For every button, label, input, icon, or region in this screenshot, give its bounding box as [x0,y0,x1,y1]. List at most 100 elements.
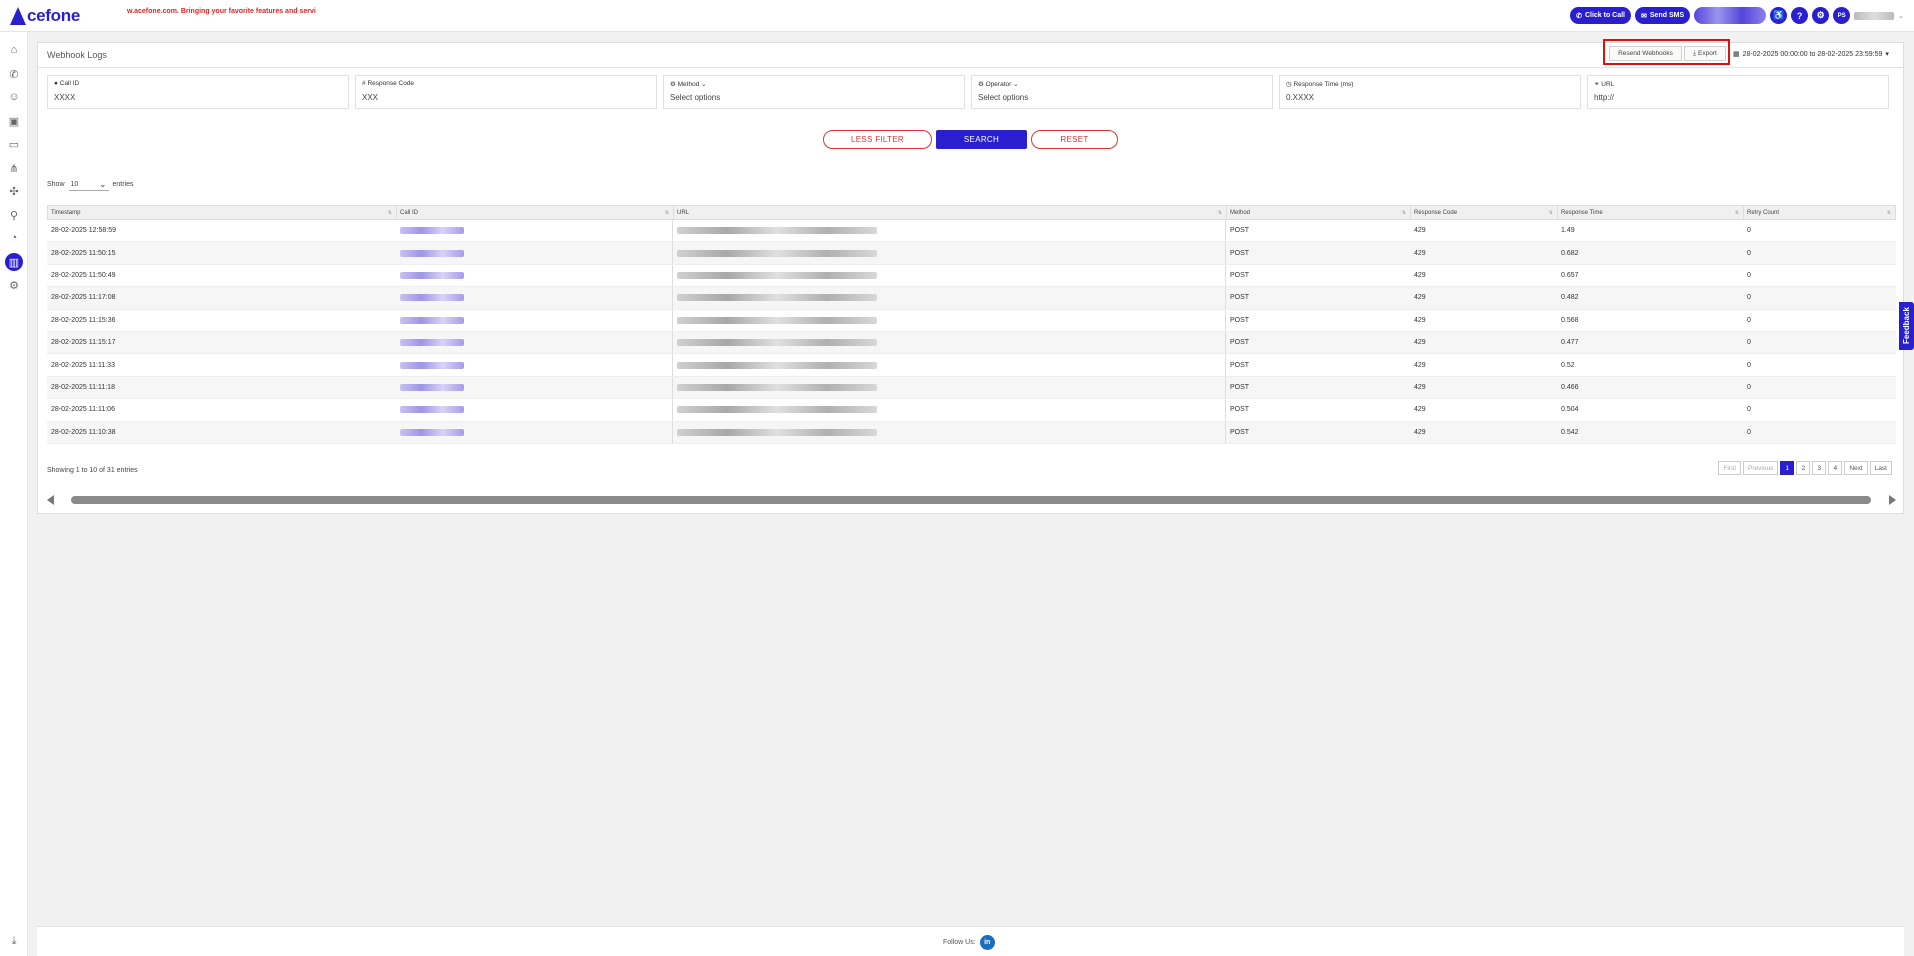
wallet-icon[interactable]: ▣ [7,114,21,128]
page-button-3[interactable]: 3 [1812,461,1827,475]
response-time-input[interactable]: 0.XXXX [1286,93,1314,102]
export-button[interactable]: ⤓ Export [1684,46,1726,61]
avatar[interactable]: PS [1833,7,1851,24]
cell-url [673,287,1226,309]
network-icon[interactable]: ⋔ [7,161,21,175]
cell-response-time: 0.542 [1561,428,1579,436]
logo-a-icon [10,7,26,25]
table-row[interactable]: 28-02-2025 11:50:15 POST 429 0.682 0 [47,242,1896,265]
table-row[interactable]: 28-02-2025 11:50:49 POST 429 0.657 0 [47,264,1896,288]
search-button[interactable]: SEARCH [936,130,1027,149]
next-page-button[interactable]: Next [1844,461,1868,475]
cell-call-id [396,376,673,399]
page-button-4[interactable]: 4 [1828,461,1843,475]
cell-call-id-redacted [400,294,464,302]
horizontal-scrollbar[interactable] [47,494,1896,506]
less-filter-button[interactable]: LESS FILTER [823,130,932,149]
filter-response-code[interactable]: # Response Code XXX [355,75,657,109]
help-icon[interactable]: ? [1791,7,1809,24]
resend-webhooks-button[interactable]: Resend Webhooks [1609,46,1682,61]
scroll-right-icon[interactable] [1889,495,1896,505]
url-input[interactable]: http:// [1594,93,1614,102]
chevron-down-icon[interactable]: ⌄ [1898,12,1904,20]
agent-status-icon[interactable]: ♿ [1770,7,1788,24]
column-header-url[interactable]: URL ⇅ [674,206,1227,219]
reports-icon[interactable]: ▥ [5,253,23,271]
table-header: Timestamp ⇅ Call ID ⇅ URL ⇅ Method ⇅ Respons… [47,205,1896,220]
header-divider [38,67,1903,68]
response-code-input[interactable]: XXX [362,93,378,102]
filter-response-time[interactable]: ◷ Response Time (ms) 0.XXXX [1279,75,1581,109]
cell-url-redacted [677,339,877,347]
account-selector-blurred[interactable] [1694,7,1767,24]
reset-button[interactable]: RESET [1031,130,1118,149]
resend-webhooks-label: Resend Webhooks [1618,50,1673,57]
column-header-timestamp[interactable]: Timestamp ⇅ [48,206,397,219]
first-page-button[interactable]: First [1718,461,1742,475]
cell-method: POST [1230,339,1250,347]
users-icon[interactable]: ☺ [7,90,21,104]
page-button-2[interactable]: 2 [1796,461,1811,475]
table-row[interactable]: 28-02-2025 11:11:18 POST 429 0.466 0 [47,376,1896,400]
cell-timestamp: 28-02-2025 11:50:49 [51,271,116,279]
page-size-select[interactable]: 10 ⌄ [68,178,109,191]
page-button-1[interactable]: 1 [1780,461,1795,475]
table-info: Showing 1 to 10 of 31 entries [47,467,138,474]
table-row[interactable]: 28-02-2025 11:11:33 POST 429 0.52 0 [47,354,1896,377]
acefone-logo[interactable]: cefone [10,5,80,27]
mail-icon: ✉ [1641,12,1647,20]
settings-icon[interactable]: ⚙ [7,278,21,292]
previous-page-button[interactable]: Previous [1743,461,1779,475]
cell-url-redacted [677,227,877,235]
linkedin-icon[interactable]: in [979,935,995,950]
send-sms-label: Send SMS [1649,12,1685,19]
cell-url-redacted [677,294,877,302]
table-row[interactable]: 28-02-2025 11:15:17 POST 429 0.477 0 [47,331,1896,355]
analytics-icon[interactable]: ◔ [7,231,21,245]
column-label: Timestamp [51,210,81,216]
column-header-call-id[interactable]: Call ID ⇅ [397,206,674,219]
sort-icon: ⇅ [1886,210,1891,216]
method-select[interactable]: Select options [670,93,720,102]
column-header-method[interactable]: Method ⇅ [1227,206,1411,219]
table-row[interactable]: 28-02-2025 11:10:38 POST 429 0.542 0 [47,421,1896,444]
filter-call-id[interactable]: ● Call ID XXXX [47,75,349,109]
table-row[interactable]: 28-02-2025 12:58:59 POST 429 1.49 0 [47,220,1896,243]
date-range-picker[interactable]: ▦ 28-02-2025 00:00:00 to 28-02-2025 23:5… [1733,43,1889,65]
table-row[interactable]: 28-02-2025 11:15:36 POST 429 0.568 0 [47,309,1896,332]
integrations-icon[interactable]: ⚙ [1812,7,1830,24]
table-row[interactable]: 28-02-2025 11:17:08 POST 429 0.482 0 [47,287,1896,310]
feedback-tab[interactable]: Feedback [1899,302,1914,350]
home-icon[interactable]: ⌂ [7,43,21,57]
column-header-retry-count[interactable]: Retry Count ⇅ [1744,206,1895,219]
download-icon[interactable]: ⤓ [7,934,21,948]
cell-retry-count: 0 [1747,271,1751,279]
sidebar: ⌂ ✆ ☺ ▣ ▭ ⋔ ✣ ⚲ ◔ ▥ ⚙ ⤓ [0,32,28,956]
column-label: Response Time [1561,210,1603,216]
cell-retry-count: 0 [1747,428,1751,436]
api-icon[interactable]: ⚲ [7,208,21,222]
cell-timestamp: 28-02-2025 11:11:06 [51,406,115,414]
linkedin-label: in [984,939,991,946]
table-row[interactable]: 28-02-2025 11:11:06 POST 429 0.504 0 [47,399,1896,422]
footer: Follow Us: in [37,926,1904,956]
click-to-call-button[interactable]: ✆ Click to Call [1570,7,1632,24]
filter-method[interactable]: ⚙ Method ⌄ Select options [663,75,965,109]
operator-select[interactable]: Select options [978,93,1028,102]
last-page-button[interactable]: Last [1869,461,1892,475]
call-id-input[interactable]: XXXX [54,93,75,102]
column-header-response-code[interactable]: Response Code ⇅ [1411,206,1558,219]
scrollbar-thumb[interactable] [71,496,1871,504]
cell-url [673,220,1226,242]
integration-icon[interactable]: ✣ [7,184,21,198]
cell-response-code: 429 [1414,428,1426,436]
filter-url[interactable]: ⚭ URL http:// [1587,75,1889,109]
scroll-left-icon[interactable] [47,495,54,505]
cell-method: POST [1230,249,1250,257]
monitor-icon[interactable]: ▭ [7,137,21,151]
column-header-response-time[interactable]: Response Time ⇅ [1558,206,1744,219]
phone-icon[interactable]: ✆ [7,67,21,81]
profile-name-blurred[interactable] [1854,11,1895,20]
filter-operator[interactable]: ⚙ Operator ⌄ Select options [971,75,1273,109]
send-sms-button[interactable]: ✉ Send SMS [1635,7,1691,24]
